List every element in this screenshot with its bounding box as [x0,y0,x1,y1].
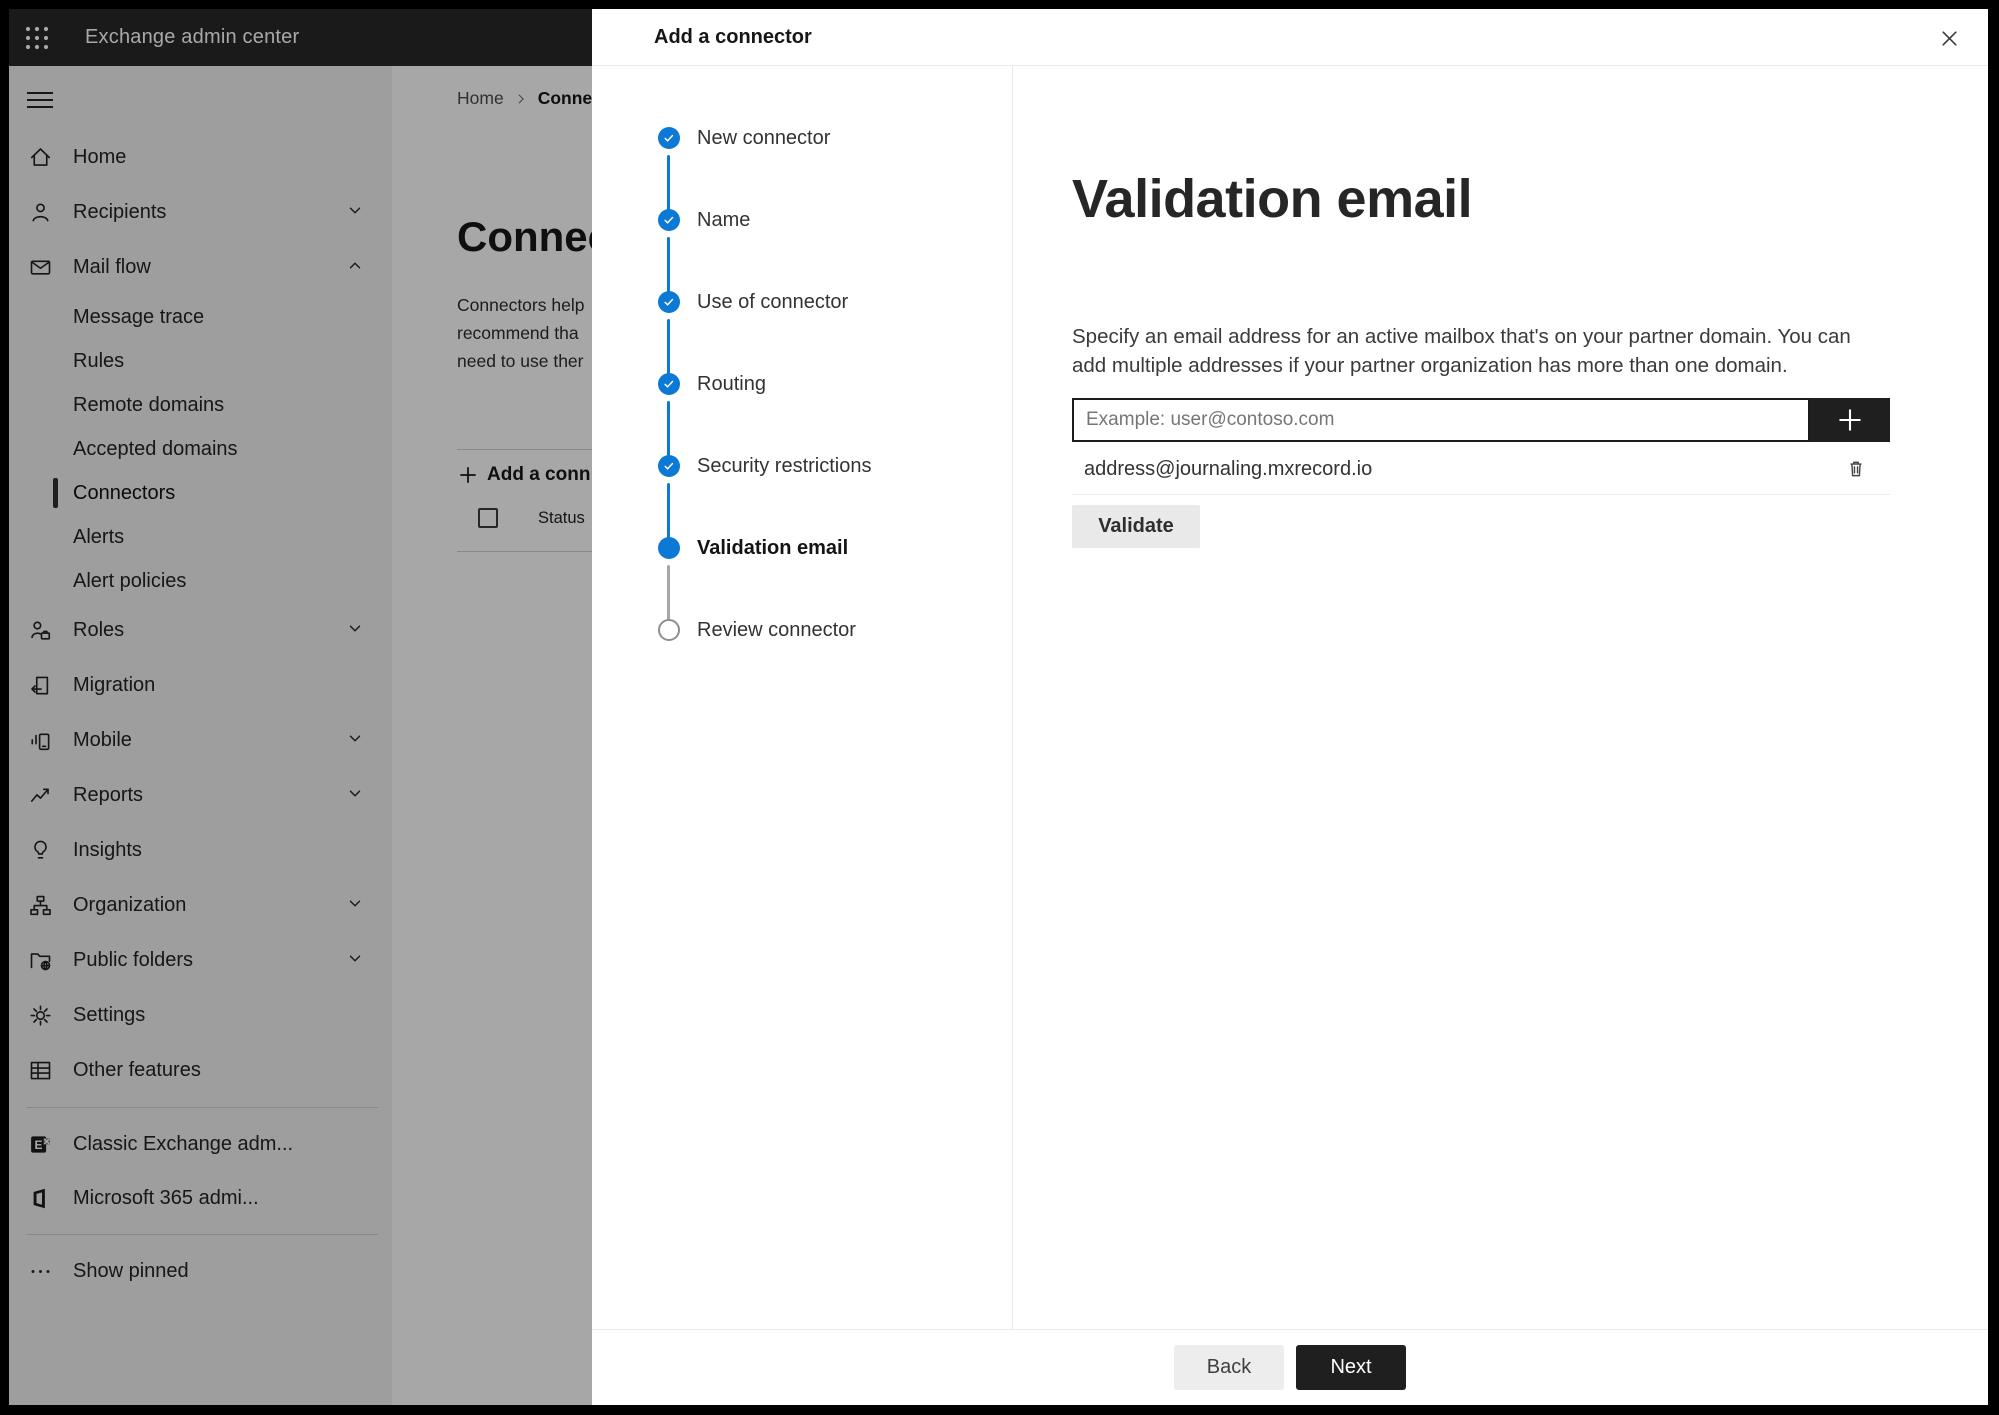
validate-button[interactable]: Validate [1072,505,1200,548]
add-connector-dialog: Add a connector New connector Name Use o… [592,9,1988,1405]
step-connector-line [667,401,670,459]
close-button[interactable] [1932,21,1966,55]
divider [1072,494,1890,495]
step-heading: Validation email [1072,169,1473,229]
add-email-button[interactable] [1810,398,1890,442]
step-complete-icon [658,291,680,313]
step-routing[interactable]: Routing [592,373,1012,395]
next-button[interactable]: Next [1296,1345,1406,1390]
step-use-of-connector[interactable]: Use of connector [592,291,1012,313]
wizard-stepper: New connector Name Use of connector Rout… [592,66,1013,1329]
step-new-connector[interactable]: New connector [592,127,1012,149]
step-connector-line [667,483,670,541]
step-review-connector[interactable]: Review connector [592,619,1012,641]
dialog-header: Add a connector [592,9,1988,66]
app-window: Exchange admin center Home Recipients Ma… [9,9,1988,1405]
step-connector-line [667,565,670,623]
delete-address-button[interactable] [1842,455,1870,483]
step-complete-icon [658,209,680,231]
step-description: Specify an email address for an active m… [1072,325,1851,377]
step-connector-line [667,319,670,377]
step-validation-email[interactable]: Validation email [592,537,1012,559]
step-current-icon [658,537,680,559]
modal-overlay [9,9,592,1405]
step-connector-line [667,237,670,295]
trash-icon [1850,461,1862,477]
back-button[interactable]: Back [1174,1345,1284,1390]
screenshot-frame: Exchange admin center Home Recipients Ma… [0,0,1999,1415]
dialog-body: New connector Name Use of connector Rout… [592,66,1988,1329]
email-address-input[interactable] [1072,398,1810,442]
address-list-item: address@journaling.mxrecord.io [1072,448,1890,490]
step-security-restrictions[interactable]: Security restrictions [592,455,1012,477]
dialog-title: Add a connector [654,25,812,48]
email-entry-row [1072,398,1890,442]
step-connector-line [667,155,670,213]
wizard-step-content: Validation email Specify an email addres… [1013,66,1988,1329]
step-name[interactable]: Name [592,209,1012,231]
step-complete-icon [658,455,680,477]
address-value: address@journaling.mxrecord.io [1084,457,1373,480]
dialog-footer: Back Next [592,1329,1988,1405]
step-complete-icon [658,127,680,149]
step-pending-icon [658,619,680,641]
step-complete-icon [658,373,680,395]
close-icon [1941,30,1957,46]
plus-icon [1839,409,1861,431]
